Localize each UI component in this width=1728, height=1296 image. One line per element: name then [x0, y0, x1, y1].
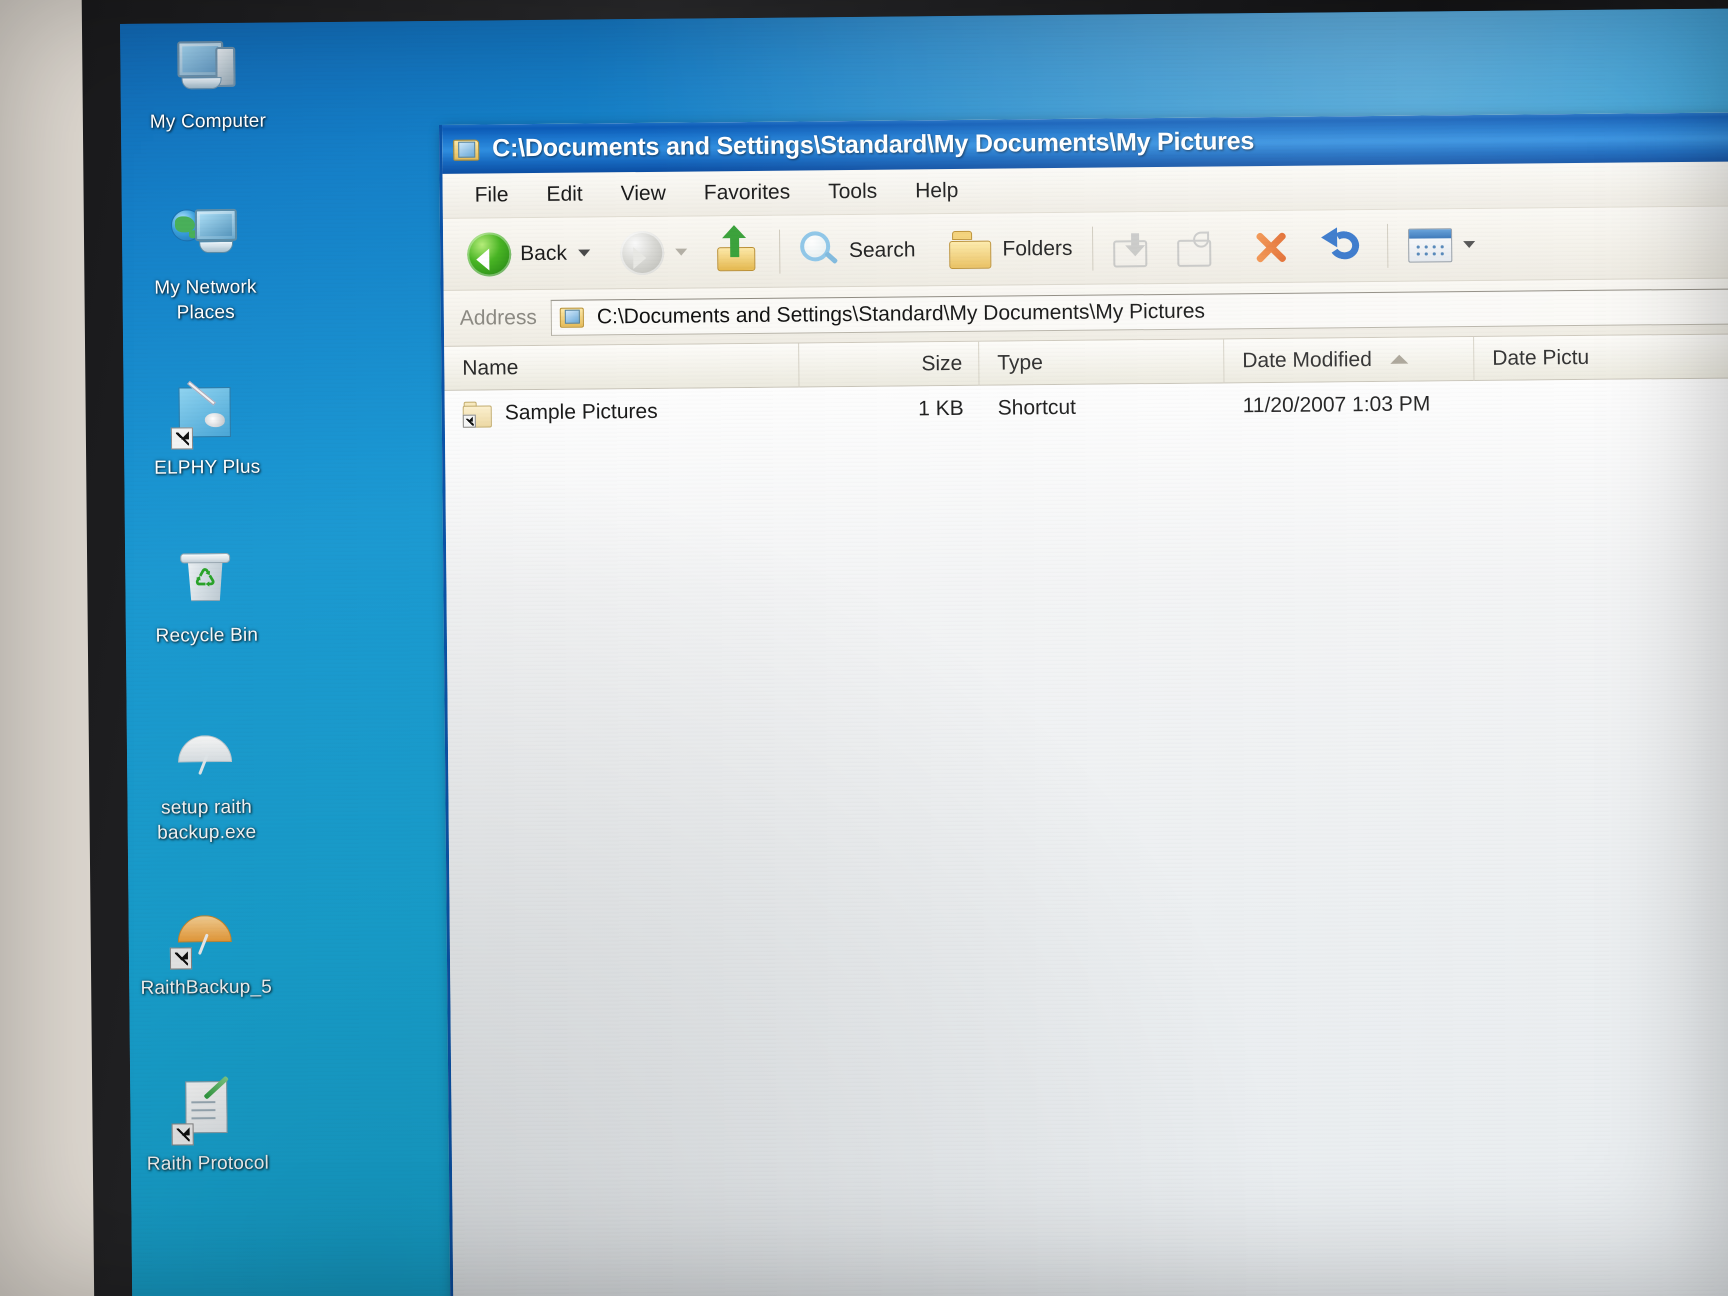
copy-to-button[interactable]	[1167, 218, 1232, 277]
desktop-icon-label: My Network Places	[154, 276, 257, 324]
desktop-icon-label: ELPHY Plus	[154, 456, 261, 479]
network-places-icon	[169, 203, 242, 270]
search-button-label: Search	[848, 237, 916, 262]
toolbar-separator	[1387, 223, 1389, 268]
up-one-level-button[interactable]	[707, 222, 770, 281]
column-label: Date Modified	[1242, 347, 1372, 372]
chevron-down-icon[interactable]	[674, 248, 687, 256]
column-label: Name	[462, 355, 519, 380]
menu-item-favorites[interactable]: Favorites	[688, 176, 807, 209]
menu-item-tools[interactable]: Tools	[812, 176, 893, 209]
umbrella-orange-icon	[169, 903, 242, 970]
my-pictures-folder-icon	[453, 135, 481, 163]
menu-item-file[interactable]: File	[459, 179, 525, 212]
umbrella-white-icon	[170, 723, 243, 790]
delete-button[interactable]	[1239, 217, 1304, 276]
desktop-icon-label: Recycle Bin	[155, 624, 259, 647]
toolbar-separator	[1092, 226, 1094, 271]
windows-desktop[interactable]: My Computer My Network Places ELPHY Plus	[120, 8, 1728, 1296]
my-computer-icon	[171, 37, 244, 104]
shortcut-overlay-icon	[170, 427, 194, 450]
forward-arrow-icon	[619, 230, 665, 275]
explorer-window[interactable]: C:\Documents and Settings\Standard\My Do…	[438, 111, 1728, 1296]
my-pictures-folder-icon	[559, 305, 586, 329]
chevron-down-icon[interactable]	[577, 249, 590, 257]
move-to-button[interactable]	[1103, 218, 1168, 277]
desktop-icon-raith-protocol[interactable]: Raith Protocol	[132, 1075, 283, 1176]
menu-item-edit[interactable]: Edit	[530, 178, 598, 211]
move-to-folder-icon	[1113, 229, 1157, 267]
shortcut-overlay-icon	[171, 1123, 194, 1146]
cell-size: 1 KB	[918, 396, 964, 421]
up-folder-icon	[716, 230, 759, 272]
cell-name: Sample Pictures	[504, 399, 658, 425]
document-pencil-icon	[171, 1075, 244, 1146]
desktop-icon-recycle-bin[interactable]: ♺ Recycle Bin	[131, 550, 282, 648]
copy-to-folder-icon	[1177, 228, 1221, 267]
cell-type: Shortcut	[997, 395, 1077, 420]
delete-x-icon	[1249, 224, 1293, 268]
desktop-icon-label: setup raith backup.exe	[157, 796, 257, 844]
menu-item-help[interactable]: Help	[899, 175, 975, 208]
address-label: Address	[459, 305, 537, 330]
back-arrow-icon	[467, 231, 512, 277]
column-header-date-modified: Date Modified	[1224, 336, 1475, 383]
menu-item-view[interactable]: View	[605, 178, 682, 211]
folders-button[interactable]: Folders	[939, 219, 1083, 278]
address-input[interactable]: C:\Documents and Settings\Standard\My Do…	[550, 287, 1728, 336]
desktop-icon-label: RaithBackup_5	[140, 976, 273, 999]
column-header-name: Name	[444, 342, 800, 391]
recycle-bin-icon: ♺	[170, 551, 243, 618]
column-header-size: Size	[799, 341, 980, 387]
undo-arrow-icon	[1321, 225, 1367, 267]
desktop-icon-setup-raith-backup[interactable]: setup raith backup.exe	[131, 722, 282, 845]
desktop-icon-my-network-places[interactable]: My Network Places	[130, 202, 281, 325]
folders-icon	[949, 230, 993, 269]
search-button[interactable]: Search	[790, 221, 926, 280]
cell-date-picture-taken	[1475, 402, 1715, 404]
undo-button[interactable]	[1311, 216, 1378, 275]
photograph-of-monitor: My Computer My Network Places ELPHY Plus	[0, 0, 1728, 1296]
sort-ascending-icon	[1389, 354, 1408, 364]
views-button[interactable]	[1398, 215, 1486, 274]
shortcut-overlay-icon	[169, 947, 193, 970]
folders-button-label: Folders	[1002, 236, 1073, 261]
search-icon	[799, 230, 840, 271]
column-label: Type	[997, 350, 1043, 375]
column-label: Date Pictu	[1492, 345, 1590, 370]
desktop-icon-my-computer[interactable]: My Computer	[132, 36, 283, 134]
back-button-label: Back	[520, 241, 568, 265]
window-title: C:\Documents and Settings\Standard\My Do…	[492, 127, 1255, 163]
desktop-icon-elphy-plus[interactable]: ELPHY Plus	[131, 380, 282, 480]
column-header-date-picture-taken: Date Pictu	[1474, 334, 1714, 380]
elphy-plus-icon	[170, 380, 243, 450]
screen-area: My Computer My Network Places ELPHY Plus	[120, 8, 1728, 1296]
forward-button[interactable]	[610, 223, 698, 282]
column-label: Size	[921, 351, 963, 375]
desktop-icon-label: Raith Protocol	[146, 1152, 270, 1175]
desktop-icon-raithbackup-5[interactable]: RaithBackup_5	[130, 903, 281, 1001]
views-grid-icon	[1408, 227, 1453, 263]
folder-shortcut-icon	[462, 400, 493, 428]
chevron-down-icon[interactable]	[1463, 240, 1476, 249]
toolbar-separator	[778, 229, 781, 274]
back-button[interactable]: Back	[457, 224, 600, 283]
desktop-icon-label: My Computer	[149, 110, 267, 133]
standard-toolbar[interactable]: Back Search Folders	[442, 205, 1728, 291]
cell-date-modified: 11/20/2007 1:03 PM	[1242, 392, 1431, 418]
column-header-type: Type	[979, 338, 1225, 386]
file-list[interactable]: Sample Pictures 1 KB Shortcut 11/20/2007…	[444, 377, 1728, 1296]
address-value: C:\Documents and Settings\Standard\My Do…	[596, 299, 1206, 328]
